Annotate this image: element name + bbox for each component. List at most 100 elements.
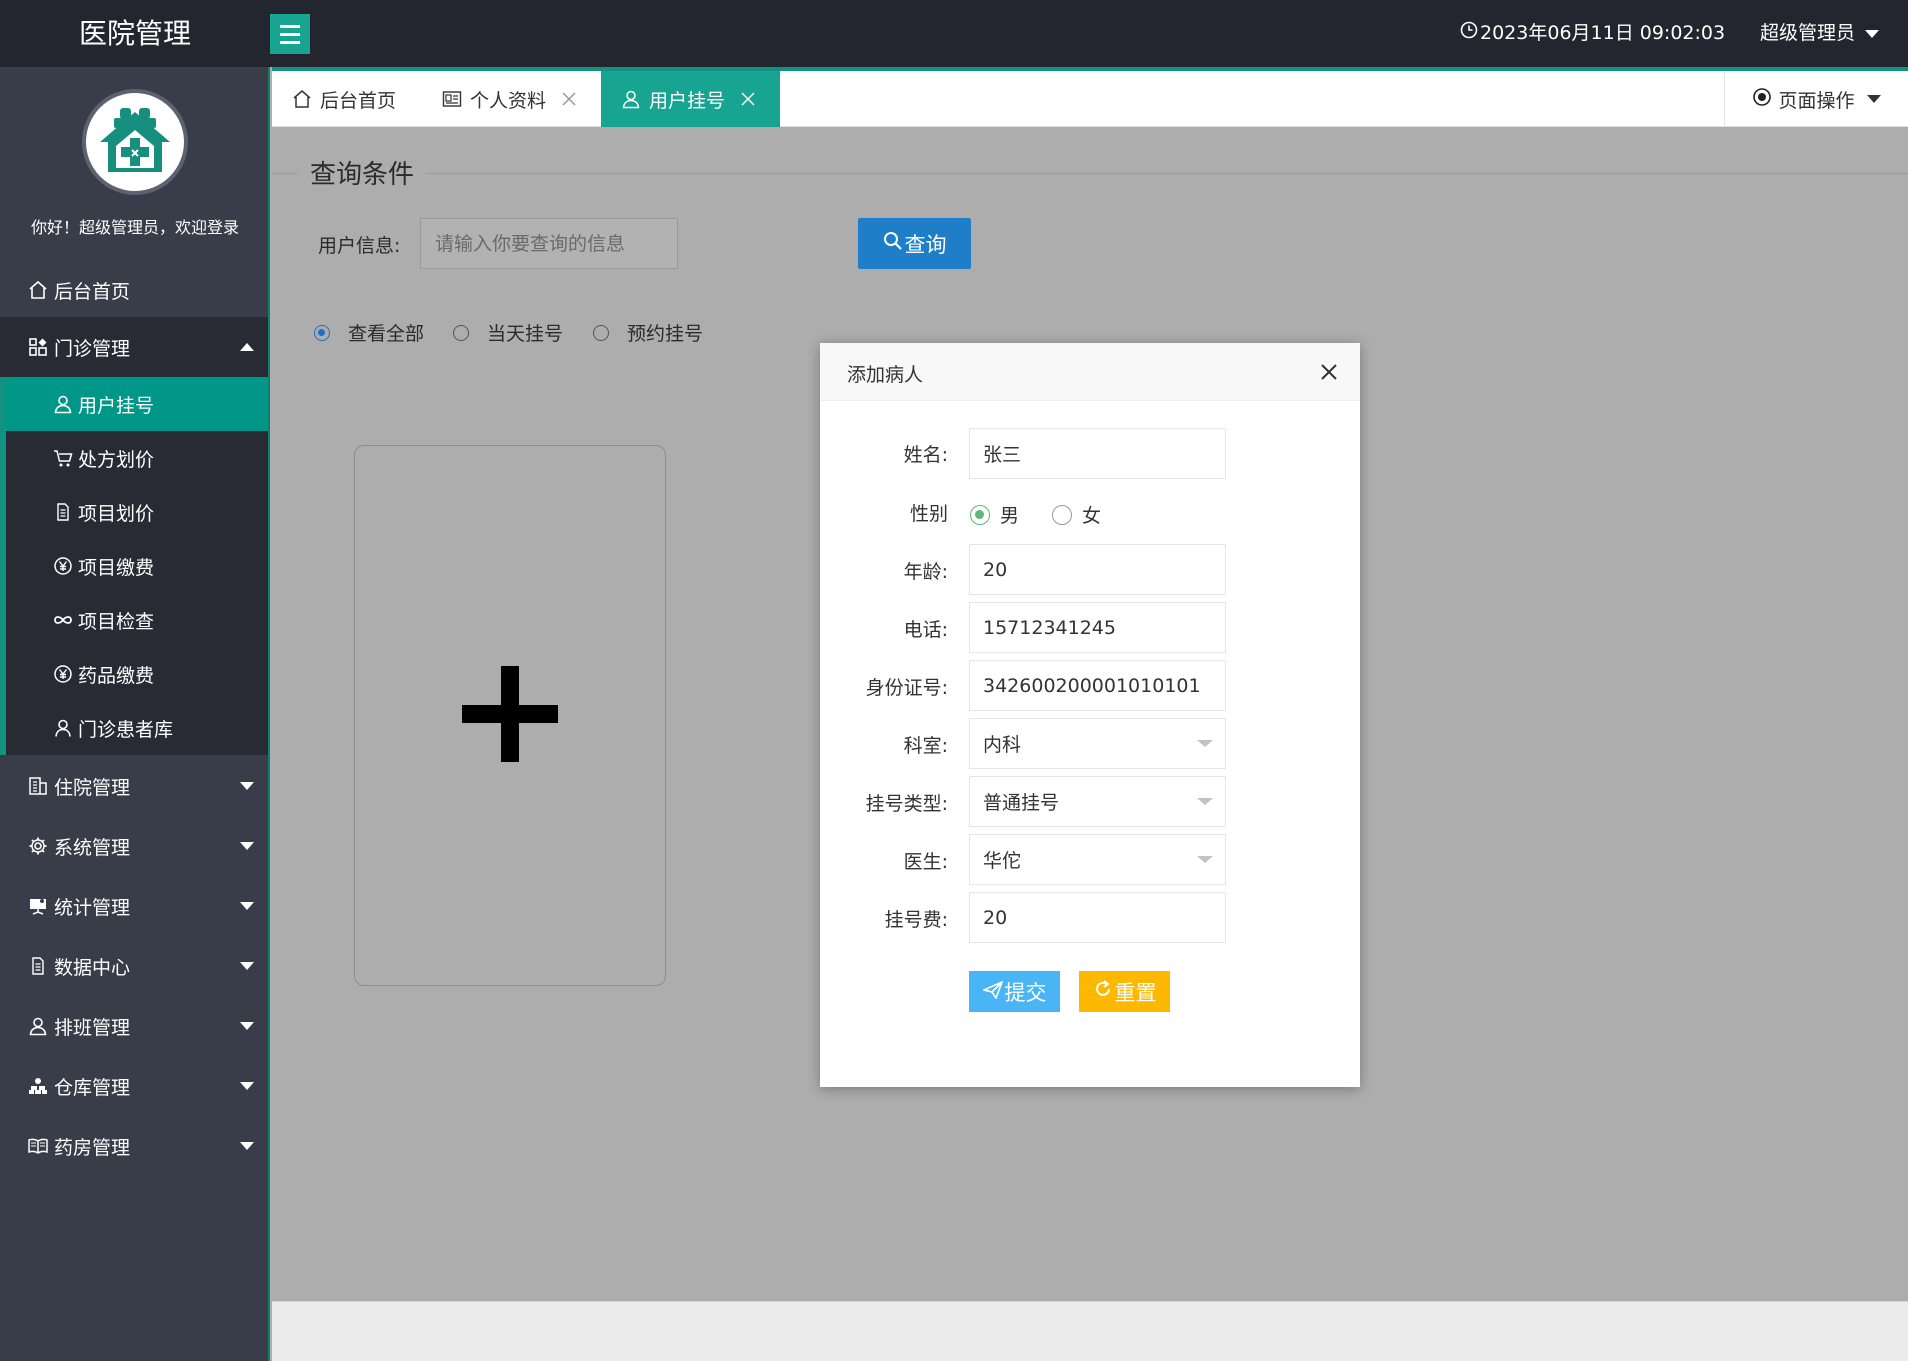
datetime-text: 2023年06月11日 09:02:03 [1480,22,1726,44]
gender-female-option[interactable]: 女 [1052,501,1101,528]
sidebar-item-statistics[interactable]: 统计管理 [0,876,268,936]
search-button[interactable]: 查询 [858,218,971,269]
search-input[interactable] [420,218,678,269]
page-operations-menu[interactable]: 页面操作 [1724,71,1908,127]
radio-icon[interactable] [593,324,609,341]
name-label: 姓名: [903,444,948,466]
user-icon [26,1014,50,1038]
tab-registration[interactable]: 用户挂号 [601,71,780,127]
cart-icon [52,447,74,469]
fee-label: 挂号费: [884,909,948,931]
presentation-icon [26,894,50,918]
close-icon[interactable] [1318,361,1340,383]
document-icon [26,954,50,978]
radio-checked-icon[interactable] [314,324,330,341]
department-value: 内科 [983,734,1022,756]
sidebar-item-system[interactable]: 系统管理 [0,816,268,876]
submenu-item-item-pricing[interactable]: 项目划价 [6,485,268,539]
submenu-item-label: 处方划价 [78,448,155,471]
menu-toggle-icon[interactable] [270,14,310,54]
submit-button[interactable]: 提交 [969,971,1060,1012]
add-patient-card[interactable] [354,445,666,986]
submenu-item-patient-db[interactable]: 门诊患者库 [6,701,268,755]
reg-type-label: 挂号类型: [865,793,948,815]
modal-header: 添加病人 [820,343,1360,401]
submenu-item-registration[interactable]: 用户挂号 [6,377,268,431]
user-menu[interactable]: 超级管理员 [1760,0,1880,67]
outpatient-submenu: 用户挂号 处方划价 项目划价 项目缴费 项目检查 药品缴费 门诊患者库 [0,377,268,755]
fieldset-divider [272,173,1908,174]
sidebar-item-schedule[interactable]: 排班管理 [0,996,268,1056]
welcome-text: 你好！超级管理员，欢迎登录 [30,218,239,237]
tabs-bar: 后台首页 个人资料 用户挂号 页面操作 [272,67,1908,127]
close-icon[interactable] [739,90,757,108]
doctor-label: 医生: [903,851,948,873]
sidebar-item-warehouse[interactable]: 仓库管理 [0,1056,268,1116]
filter-today[interactable]: 当天挂号 [453,319,563,346]
chevron-down-icon [1866,95,1881,103]
sidebar-item-outpatient[interactable]: 门诊管理 [0,317,268,377]
filter-all[interactable]: 查看全部 [314,319,424,346]
filter-reserved[interactable]: 预约挂号 [593,319,703,346]
close-icon[interactable] [560,90,578,108]
sidebar-item-inpatient[interactable]: 住院管理 [0,756,268,816]
infinity-icon [52,609,74,631]
chevron-down-icon [1197,856,1213,863]
submenu-item-prescription[interactable]: 处方划价 [6,431,268,485]
sidebar-item-label: 仓库管理 [54,1076,131,1099]
yen-icon [52,555,74,577]
radio-icon[interactable] [453,324,469,341]
gender-female-label: 女 [1082,505,1102,527]
id-card-label: 身份证号: [865,677,948,699]
chevron-down-icon [240,1022,254,1030]
hospital-logo [82,89,188,195]
radio-checked-icon[interactable] [970,504,990,525]
phone-field[interactable]: 15712341245 [969,602,1226,653]
top-header: 医院管理 2023年06月11日 09:02:03 超级管理员 [0,0,1908,67]
submenu-item-item-payment[interactable]: 项目缴费 [6,539,268,593]
gender-male-option[interactable]: 男 [970,501,1019,528]
fee-field[interactable]: 20 [969,892,1226,943]
phone-label: 电话: [903,619,948,641]
home-icon [26,278,50,302]
user-icon [621,89,641,109]
warehouse-icon [26,1074,50,1098]
user-name: 超级管理员 [1760,22,1856,44]
filter-label: 当天挂号 [487,323,564,345]
submenu-item-label: 药品缴费 [78,664,155,687]
search-icon [883,231,903,256]
department-select[interactable]: 内科 [969,718,1226,769]
age-field[interactable]: 20 [969,544,1226,595]
submenu-item-label: 用户挂号 [78,394,155,417]
target-icon [1752,87,1772,112]
reg-type-select[interactable]: 普通挂号 [969,776,1226,827]
doctor-select[interactable]: 华佗 [969,834,1226,885]
tab-profile[interactable]: 个人资料 [442,71,578,127]
chevron-down-icon [240,782,254,790]
sidebar-item-home[interactable]: 后台首页 [0,260,268,320]
sidebar-item-pharmacy[interactable]: 药房管理 [0,1116,268,1176]
tab-home[interactable]: 后台首页 [292,71,396,127]
tab-label: 用户挂号 [649,89,726,112]
submenu-item-item-check[interactable]: 项目检查 [6,593,268,647]
user-icon [52,717,74,739]
id-card-field[interactable]: 342600200001010101 [969,660,1226,711]
submenu-item-drug-payment[interactable]: 药品缴费 [6,647,268,701]
department-label: 科室: [903,735,948,757]
gender-male-label: 男 [1000,505,1020,527]
doctor-value: 华佗 [983,850,1022,872]
submenu-item-label: 门诊患者库 [78,718,174,741]
reg-type-value: 普通挂号 [983,792,1060,814]
chevron-down-icon [240,1082,254,1090]
submit-button-label: 提交 [1004,980,1047,1005]
reset-button[interactable]: 重置 [1079,971,1170,1012]
search-button-label: 查询 [904,232,947,257]
name-field[interactable]: 张三 [969,428,1226,479]
gender-label: 性别 [909,503,948,525]
sidebar-item-data[interactable]: 数据中心 [0,936,268,996]
radio-icon[interactable] [1052,504,1072,525]
query-section-title: 查询条件 [298,154,427,191]
chevron-up-icon [240,343,254,351]
app-title: 医院管理 [78,17,191,50]
building-icon [26,774,50,798]
